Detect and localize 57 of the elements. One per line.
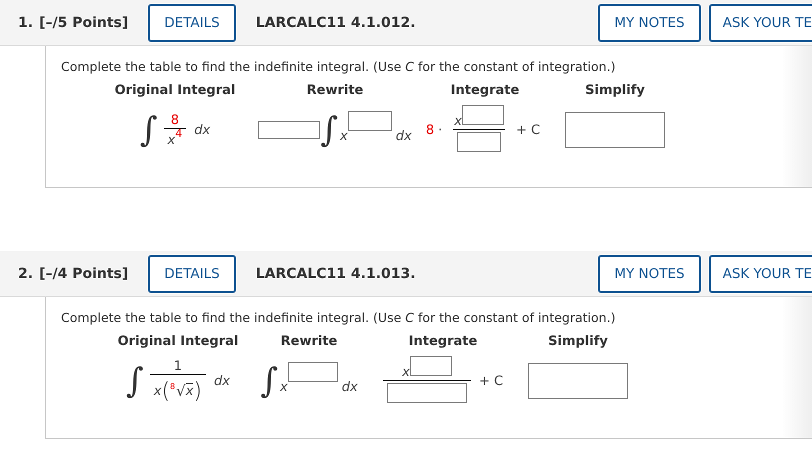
denominator-field[interactable] <box>386 382 467 402</box>
ask-teacher-button[interactable]: ASK YOUR TE <box>708 254 812 292</box>
my-notes-button[interactable]: MY NOTES <box>598 4 701 42</box>
integral-sign: ∫ <box>126 364 144 398</box>
multiply-dot: · <box>438 122 442 138</box>
column-header: Original Integral <box>114 83 236 100</box>
integral-sign: ∫ <box>140 113 158 147</box>
variable: x <box>168 132 176 148</box>
points-label: [–/4 Points] <box>39 266 128 282</box>
differential: dx <box>342 380 358 394</box>
instruction-text: Complete the table to find the indefinite integral. (Use C for the constant of integration.) <box>61 59 616 74</box>
coefficient: 8 <box>426 122 434 138</box>
radical-sign: √ <box>176 382 186 400</box>
exponent-field[interactable] <box>410 356 452 376</box>
differential: dx <box>214 374 230 388</box>
column-header: Rewrite <box>306 83 364 100</box>
coefficient-field[interactable] <box>258 121 320 139</box>
problem-code: LARCALC11 4.1.013. <box>256 266 417 282</box>
ask-teacher-button[interactable]: ASK YOUR TE <box>708 4 812 42</box>
root-index: 8 <box>170 382 176 390</box>
column-header: Integrate <box>408 334 478 351</box>
column-header: Integrate <box>450 83 520 100</box>
details-button[interactable]: DETAILS <box>148 4 236 42</box>
radicand: x <box>186 383 194 399</box>
variable: x <box>340 128 348 144</box>
variable: x <box>280 380 288 394</box>
answer-field[interactable] <box>565 112 665 148</box>
exponent-field[interactable] <box>462 104 504 124</box>
variable: x <box>454 114 462 128</box>
column-header: Simplify <box>584 83 646 100</box>
problem-code: LARCALC11 4.1.012. <box>256 14 417 30</box>
numerator: 1 <box>174 358 182 374</box>
details-button[interactable]: DETAILS <box>148 254 236 292</box>
answer-field[interactable] <box>528 363 628 399</box>
column-header: Original Integral <box>116 334 240 351</box>
my-notes-button[interactable]: MY NOTES <box>598 254 701 292</box>
denominator-field[interactable] <box>457 132 502 152</box>
close-parenthesis: ) <box>193 378 202 404</box>
column-header: Rewrite <box>280 334 338 351</box>
exponent: 4 <box>175 126 182 140</box>
exponent-field[interactable] <box>288 362 338 382</box>
integral-sign: ∫ <box>320 113 338 147</box>
variable: x <box>154 384 162 398</box>
variable: x <box>402 364 410 380</box>
differential: dx <box>396 128 412 144</box>
integral-sign: ∫ <box>260 364 278 398</box>
question-number: 2. <box>18 266 34 282</box>
constant-term: + C <box>478 374 504 388</box>
points-label: [–/5 Points] <box>39 14 128 30</box>
column-header: Simplify <box>547 334 609 351</box>
constant-term: + C <box>516 122 540 138</box>
instruction-text: Complete the table to find the indefinite integral. (Use C for the constant of integration.) <box>61 310 616 325</box>
numerator: 8 <box>170 112 180 128</box>
question-number: 1. <box>18 14 34 30</box>
exponent-field[interactable] <box>348 111 392 131</box>
differential: dx <box>194 122 210 138</box>
open-parenthesis: ( <box>161 378 170 404</box>
